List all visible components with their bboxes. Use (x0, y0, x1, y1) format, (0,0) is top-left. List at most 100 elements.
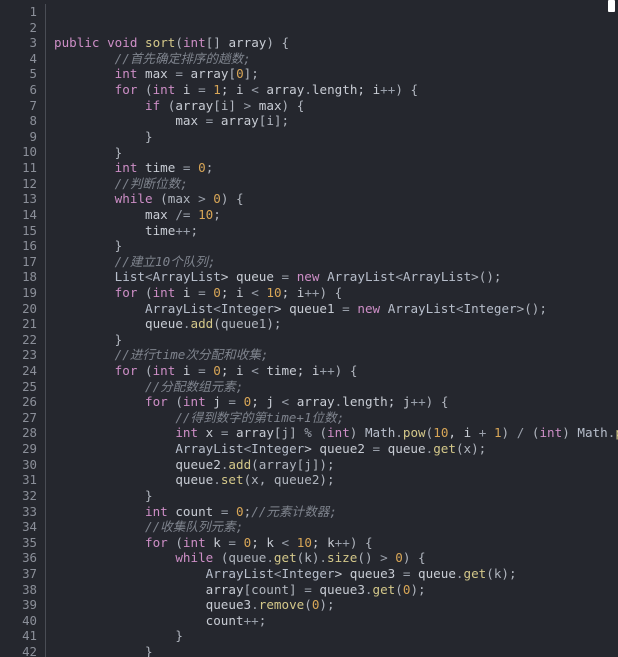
scrollbar-thumb[interactable] (608, 0, 615, 12)
line-number[interactable]: 9 (0, 129, 46, 145)
code-line[interactable]: } (54, 628, 618, 644)
line-number[interactable]: 4 (0, 51, 46, 67)
line-number[interactable]: 6 (0, 82, 46, 98)
line-number[interactable]: 27 (0, 410, 46, 426)
code-line[interactable]: for (int j = 0; j < array.length; j++) { (54, 394, 618, 410)
code-token-id (319, 269, 327, 284)
line-number[interactable]: 2 (0, 20, 46, 36)
line-number[interactable]: 41 (0, 628, 46, 644)
code-line[interactable]: queue2.add(array[j]); (54, 457, 618, 473)
code-token-id (54, 254, 115, 269)
code-line[interactable]: queue.add(queue1); (54, 316, 618, 332)
vertical-scrollbar[interactable] (604, 0, 618, 657)
code-line[interactable]: ArrayList<Integer> queue2 = queue.get(x)… (54, 441, 618, 457)
code-line[interactable]: //建立10个队列; (54, 254, 618, 270)
code-line[interactable]: List<ArrayList> queue = new ArrayList<Ar… (54, 269, 618, 285)
code-line[interactable]: //收集队列元素; (54, 519, 618, 535)
code-token-id (54, 394, 145, 409)
line-number[interactable]: 13 (0, 191, 46, 207)
code-line[interactable]: for (int i = 1; i < array.length; i++) { (54, 82, 618, 98)
line-number-gutter[interactable]: 1 2 3 4 5 6 7 8 9 10 11 12 13 14 15 16 17 18 19 20 21 22 23 24 2… (0, 0, 46, 657)
line-number[interactable]: 22 (0, 332, 46, 348)
code-line[interactable]: //进行time次分配和收集; (54, 347, 618, 363)
line-number[interactable]: 19 (0, 285, 46, 301)
code-token-id (289, 535, 297, 550)
code-line[interactable]: array[count] = queue3.get(0); (54, 582, 618, 598)
line-number[interactable]: 39 (0, 597, 46, 613)
code-line[interactable]: } (54, 332, 618, 348)
line-number[interactable]: 29 (0, 441, 46, 457)
code-line[interactable]: } (54, 129, 618, 145)
code-line[interactable]: max /= 10; (54, 207, 618, 223)
code-token-op: . (395, 425, 403, 441)
code-line[interactable]: queue3.remove(0); (54, 597, 618, 613)
code-line[interactable]: while (queue.get(k).size() > 0) { (54, 550, 618, 566)
line-number[interactable]: 40 (0, 613, 46, 629)
line-number[interactable]: 12 (0, 176, 46, 192)
code-token-id (236, 535, 244, 550)
code-token-pn: ) { (319, 285, 343, 300)
code-line[interactable]: //判断位数; (54, 176, 618, 192)
code-token-pn: (queue (213, 550, 267, 566)
line-number[interactable]: 18 (0, 269, 46, 285)
code-line[interactable]: } (54, 238, 618, 254)
code-line[interactable]: } (54, 644, 618, 657)
code-line[interactable]: if (array[i] > max) { (54, 98, 618, 114)
line-number[interactable]: 33 (0, 504, 46, 520)
code-editor[interactable]: 1 2 3 4 5 6 7 8 9 10 11 12 13 14 15 16 17 18 19 20 21 22 23 24 2… (0, 0, 618, 657)
code-line[interactable]: public void sort(int[] array) { (54, 35, 618, 51)
line-number[interactable]: 15 (0, 223, 46, 239)
code-line[interactable]: //首先确定排序的趟数; (54, 51, 618, 67)
line-number[interactable]: 26 (0, 394, 46, 410)
code-content-area[interactable]: public void sort(int[] array) { //首先确定排序… (46, 0, 618, 657)
code-line[interactable]: for (int i = 0; i < 10; i++) { (54, 285, 618, 301)
line-number[interactable]: 14 (0, 207, 46, 223)
line-number[interactable]: 36 (0, 550, 46, 566)
line-number[interactable]: 10 (0, 144, 46, 160)
line-number[interactable]: 42 (0, 644, 46, 657)
code-line[interactable]: //得到数字的第time+1位数; (54, 410, 618, 426)
code-line[interactable]: int max = array[0]; (54, 66, 618, 82)
line-number[interactable]: 11 (0, 160, 46, 176)
code-line[interactable]: int time = 0; (54, 160, 618, 176)
code-line[interactable]: max = array[i]; (54, 113, 618, 129)
line-number[interactable]: 17 (0, 254, 46, 270)
line-number[interactable]: 32 (0, 488, 46, 504)
line-number[interactable]: 23 (0, 347, 46, 363)
code-line[interactable]: queue.set(x, queue2); (54, 472, 618, 488)
code-line[interactable]: time++; (54, 223, 618, 239)
code-line[interactable]: while (max > 0) { (54, 191, 618, 207)
code-line[interactable]: count++; (54, 613, 618, 629)
code-token-typ: ArrayList (387, 300, 456, 316)
line-number[interactable]: 8 (0, 113, 46, 129)
code-line[interactable]: ArrayList<Integer> queue3 = queue.get(k)… (54, 566, 618, 582)
line-number[interactable]: 3 (0, 35, 46, 51)
line-number[interactable]: 37 (0, 566, 46, 582)
line-number[interactable]: 24 (0, 363, 46, 379)
code-line[interactable]: } (54, 145, 618, 161)
line-number[interactable]: 20 (0, 301, 46, 317)
line-number[interactable]: 7 (0, 98, 46, 114)
line-number[interactable]: 38 (0, 582, 46, 598)
line-number[interactable]: 21 (0, 316, 46, 332)
line-number[interactable]: 30 (0, 457, 46, 473)
code-line[interactable]: } (54, 488, 618, 504)
line-number[interactable]: 25 (0, 379, 46, 395)
code-line[interactable]: int x = array[j] % (int) Math.pow(10, i … (54, 425, 618, 441)
code-line[interactable]: int count = 0;//元素计数器; (54, 504, 618, 520)
code-token-num: 0 (198, 160, 206, 176)
code-token-id: time (137, 160, 183, 176)
line-number[interactable]: 35 (0, 535, 46, 551)
code-token-id: array (289, 394, 335, 410)
code-token-kw: for (145, 394, 168, 410)
code-line[interactable]: for (int k = 0; k < 10; k++) { (54, 535, 618, 551)
code-line[interactable]: ArrayList<Integer> queue1 = new ArrayLis… (54, 301, 618, 317)
line-number[interactable]: 31 (0, 472, 46, 488)
code-line[interactable]: for (int i = 0; i < time; i++) { (54, 363, 618, 379)
line-number[interactable]: 5 (0, 66, 46, 82)
line-number[interactable]: 28 (0, 425, 46, 441)
line-number[interactable]: 1 (0, 4, 46, 20)
code-line[interactable]: //分配数组元素; (54, 379, 618, 395)
line-number[interactable]: 34 (0, 519, 46, 535)
line-number[interactable]: 16 (0, 238, 46, 254)
